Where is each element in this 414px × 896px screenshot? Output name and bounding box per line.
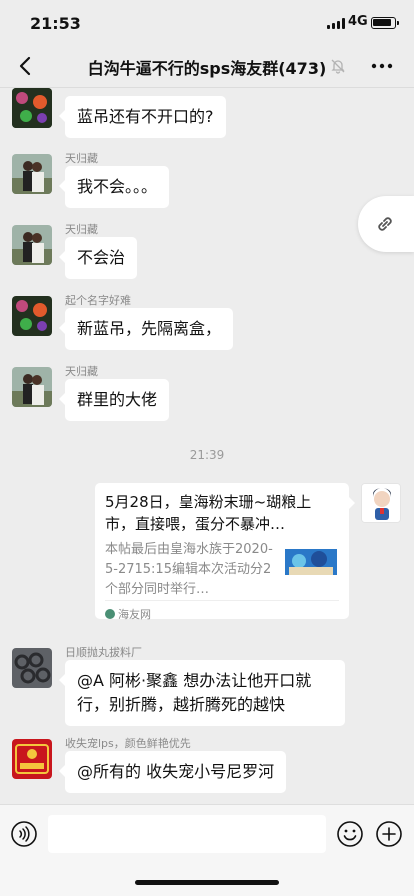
plus-icon[interactable] (375, 820, 403, 848)
battery-icon (371, 17, 399, 29)
link-card-thumbnail (285, 541, 337, 575)
sender-name: 日顺抛丸拔料厂 (65, 646, 142, 659)
avatar[interactable] (12, 367, 52, 407)
emoji-icon[interactable] (336, 820, 364, 848)
sender-name: 起个名字好难 (65, 294, 131, 307)
chat-header: 白沟牛逼不行的sps海友群(473) (0, 44, 414, 88)
message-bubble[interactable]: 我不会。。。 (58, 166, 170, 208)
more-icon[interactable] (370, 56, 394, 76)
sender-name: 天归藏 (65, 152, 98, 165)
network-label: 4G (348, 14, 368, 29)
message-list[interactable]: 蓝吊还有不开口的? 天归藏 我不会。。。 天归藏 不会治 起个名字好难 新蓝吊，… (0, 88, 414, 804)
mute-icon (331, 59, 345, 74)
link-card-description: 本帖最后由皇海水族于2020-5-2715:15编辑本次活动分2个部分同时举行… (105, 542, 273, 597)
sender-name: 天归藏 (65, 365, 98, 378)
avatar[interactable] (12, 88, 52, 128)
status-bar: 21:53 4G (0, 0, 414, 44)
back-icon[interactable] (14, 54, 38, 78)
avatar[interactable] (12, 739, 52, 779)
message-bubble[interactable]: 新蓝吊，先隔离盒， (58, 308, 234, 350)
link-icon (378, 217, 392, 231)
avatar[interactable] (12, 648, 52, 688)
message-timestamp: 21:39 (189, 448, 225, 462)
message-bubble[interactable]: 群里的大佬 (58, 379, 170, 421)
avatar[interactable] (12, 154, 52, 194)
source-logo-icon (105, 609, 115, 619)
sender-name: 天归藏 (65, 223, 98, 236)
avatar[interactable] (12, 296, 52, 336)
message-bubble[interactable]: 蓝吊还有不开口的? (59, 96, 226, 138)
avatar[interactable] (12, 225, 52, 265)
floating-link-button[interactable] (358, 196, 414, 252)
link-card[interactable]: 5月28日，皇海粉末珊~瑚粮上市，直接喂，蛋分不暴冲… 本帖最后由皇海水族于20… (95, 483, 355, 622)
link-card-title: 5月28日，皇海粉末珊~瑚粮上市，直接喂，蛋分不暴冲… (105, 493, 312, 533)
my-avatar[interactable] (361, 483, 401, 523)
message-bubble[interactable]: 不会治 (58, 237, 138, 279)
message-bubble[interactable]: @所有的 收失宠小号尼罗河 (58, 751, 287, 793)
message-input[interactable] (48, 815, 326, 853)
link-card-source-label: 海友网 (118, 608, 151, 621)
home-indicator (135, 880, 279, 885)
link-card-source: 海友网 (105, 600, 339, 622)
message-bubble[interactable]: @A 阿彬·聚鑫 想办法让他开口就行，别折腾，越折腾死的越快 (59, 660, 345, 726)
status-time: 21:53 (30, 14, 81, 33)
chat-title: 白沟牛逼不行的sps海友群(473) (87, 59, 327, 78)
voice-icon[interactable] (10, 820, 38, 848)
sender-name: 收失宠lps，颜色鲜艳优先 (65, 737, 191, 750)
signal-icon (327, 18, 345, 29)
